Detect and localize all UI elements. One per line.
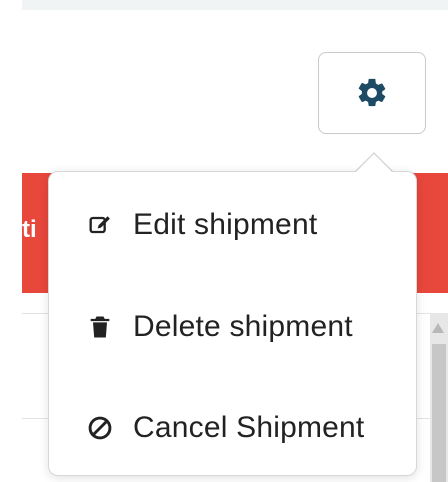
dropdown-caret-fill	[356, 154, 392, 172]
ban-icon	[83, 411, 117, 445]
gear-icon	[358, 78, 386, 107]
actions-dropdown-menu: Edit shipment Delete shipment Cancel Shi…	[48, 171, 417, 476]
delete-shipment-label: Delete shipment	[133, 310, 353, 343]
cancel-shipment-label: Cancel Shipment	[133, 411, 365, 444]
delete-shipment-menu-item[interactable]: Delete shipment	[49, 282, 416, 372]
screen: ti Edit shipment Delete shipment Cancel …	[0, 0, 448, 482]
scrollbar-thumb[interactable]	[432, 344, 446, 482]
top-strip	[22, 0, 448, 10]
alert-banner-text: ti	[22, 216, 37, 243]
edit-shipment-label: Edit shipment	[133, 208, 318, 241]
cancel-shipment-menu-item[interactable]: Cancel Shipment	[49, 383, 416, 473]
trash-icon	[83, 310, 117, 344]
edit-icon	[83, 208, 117, 242]
settings-button[interactable]	[318, 52, 426, 134]
edit-shipment-menu-item[interactable]: Edit shipment	[49, 180, 416, 270]
scroll-up-arrow-icon[interactable]	[432, 323, 444, 333]
